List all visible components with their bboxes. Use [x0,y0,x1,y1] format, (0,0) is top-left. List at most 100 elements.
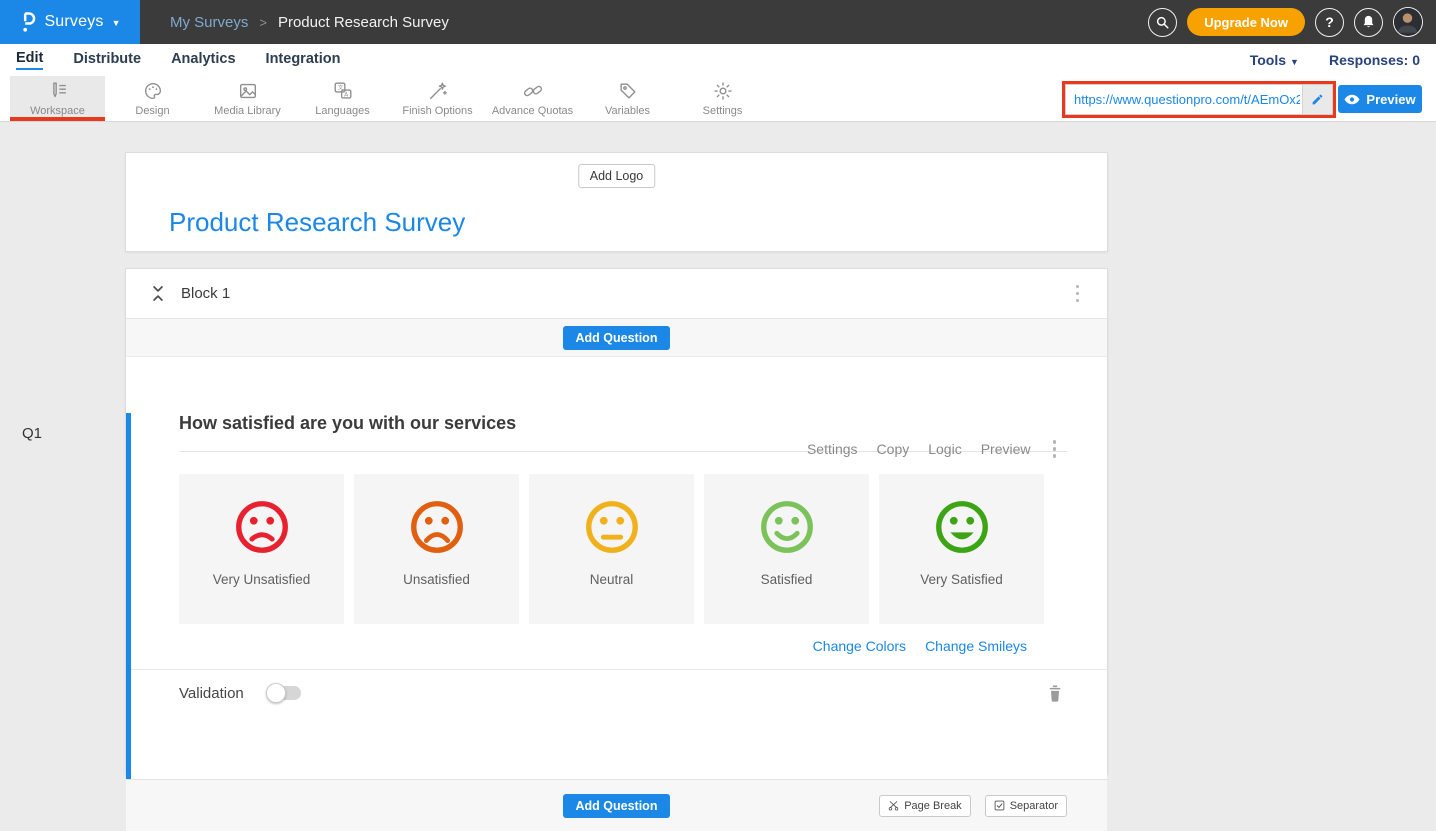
add-logo-button[interactable]: Add Logo [578,164,656,188]
top-navbar: Surveys ▼ My Surveys > Product Research … [0,0,1436,44]
question-links: Change Colors Change Smileys [179,638,1067,654]
workspace-canvas: Q1 Add Logo Product Research Survey Bloc… [0,122,1436,788]
add-question-strip-bottom: Add Question Page Break Separator [126,779,1107,831]
page-break-button[interactable]: Page Break [879,795,970,817]
user-avatar[interactable] [1393,7,1423,37]
delete-question-button[interactable] [1047,684,1063,703]
quotas-icon [522,80,544,102]
option-unsatisfied[interactable]: Unsatisfied [354,474,519,624]
workspace-icon [47,80,69,102]
trash-icon [1047,684,1063,703]
question-action-settings[interactable]: Settings [807,441,858,457]
toolbar-item-media[interactable]: Media Library [200,76,295,121]
question-action-logic[interactable]: Logic [928,441,961,457]
question-menu-kebab-icon[interactable] [1050,437,1060,461]
change-colors-link[interactable]: Change Colors [813,638,906,654]
scissors-icon [888,800,899,811]
validation-row: Validation [131,669,1107,716]
smiley-options: Very Unsatisfied Unsatisfied Neutral Satisf… [179,474,1067,624]
product-switcher[interactable]: Surveys ▼ [0,0,140,44]
block-card: Block 1 Add Question Settings Copy Logic Pr… [125,268,1108,775]
eye-icon [1344,94,1360,105]
question-action-copy[interactable]: Copy [877,441,910,457]
breadcrumb-separator: > [259,15,267,30]
option-label: Unsatisfied [403,572,470,587]
search-button[interactable] [1148,8,1177,37]
question-mark-icon: ? [1325,14,1334,30]
question-index-label: Q1 [22,425,42,442]
block-menu-kebab-icon[interactable] [1073,282,1083,306]
option-satisfied[interactable]: Satisfied [704,474,869,624]
tab-integration[interactable]: Integration [266,51,341,69]
section-tabs: Edit Distribute Analytics Integration To… [0,44,1436,76]
add-question-button-bottom[interactable]: Add Question [563,794,671,818]
option-neutral[interactable]: Neutral [529,474,694,624]
question-action-preview[interactable]: Preview [981,441,1031,457]
pencil-icon [1311,93,1324,106]
option-very-unsatisfied[interactable]: Very Unsatisfied [179,474,344,624]
option-label: Neutral [590,572,634,587]
media-icon [237,80,259,102]
question-card: SettingsCopyLogicPreview How satisfied a… [126,413,1107,779]
toolbar-item-variables[interactable]: Variables [580,76,675,121]
block-title[interactable]: Block 1 [181,285,230,302]
survey-header-card: Add Logo Product Research Survey [125,152,1108,252]
satisfied-smiley-icon [756,496,818,558]
tab-analytics[interactable]: Analytics [171,51,235,69]
question-actions-row: Settings Copy Logic Preview [807,437,1059,461]
toolbar-item-design[interactable]: Design [105,76,200,121]
finish-icon [427,80,449,102]
question-actions: Settings Copy Logic Preview [807,441,1031,457]
footer-tools: Page Break Separator [879,795,1067,817]
topbar-actions: Upgrade Now ? [1148,7,1436,37]
option-label: Very Unsatisfied [213,572,311,587]
survey-title[interactable]: Product Research Survey [169,207,465,238]
survey-url-input[interactable] [1066,85,1302,114]
toolbar-item-quotas[interactable]: Advance Quotas [485,76,580,121]
design-icon [142,80,164,102]
breadcrumb-current: Product Research Survey [278,14,449,31]
toolbar-item-finish[interactable]: Finish Options [390,76,485,121]
tab-edit[interactable]: Edit [16,50,43,70]
option-label: Very Satisfied [920,572,1003,587]
neutral-smiley-icon [581,496,643,558]
separator-button[interactable]: Separator [985,795,1067,817]
add-question-strip-top: Add Question [126,319,1107,357]
questionpro-logo-icon [19,11,36,33]
checkbox-checked-icon [994,800,1005,811]
change-smileys-link[interactable]: Change Smileys [925,638,1027,654]
validation-toggle[interactable] [268,686,301,700]
toolbar-item-settings[interactable]: Settings [675,76,770,121]
bell-icon [1361,14,1376,30]
add-question-button-top[interactable]: Add Question [563,326,671,350]
very-unsatisfied-smiley-icon [231,496,293,558]
tabs-right-cluster: Tools▼ Responses: 0 [1250,52,1420,68]
block-header: Block 1 [126,269,1107,319]
upgrade-now-button[interactable]: Upgrade Now [1187,8,1305,36]
toolbar-items: WorkspaceDesignMedia Library文ALanguagesF… [10,76,770,121]
preview-button[interactable]: Preview [1338,85,1422,113]
logo-label: Surveys [44,13,103,31]
notifications-button[interactable] [1354,8,1383,37]
toolbar-item-languages[interactable]: 文ALanguages [295,76,390,121]
collapse-block-icon[interactable] [151,285,165,302]
tab-distribute[interactable]: Distribute [73,51,141,69]
very-satisfied-smiley-icon [931,496,993,558]
chevron-down-icon: ▼ [112,18,121,28]
responses-count[interactable]: Responses: 0 [1329,52,1420,68]
chevron-down-icon: ▼ [1290,57,1299,67]
page: { "colors": { "brand_blue": "#1b87e6", "… [0,0,1436,788]
search-icon [1155,15,1170,30]
option-very-satisfied[interactable]: Very Satisfied [879,474,1044,624]
help-button[interactable]: ? [1315,8,1344,37]
edit-toolbar: WorkspaceDesignMedia Library文ALanguagesF… [0,76,1436,122]
tools-dropdown[interactable]: Tools▼ [1250,52,1299,68]
svg-text:文: 文 [337,84,343,92]
breadcrumb-parent[interactable]: My Surveys [170,14,248,31]
edit-url-button[interactable] [1302,85,1332,114]
survey-url-annotation-box [1062,81,1336,118]
toolbar-item-workspace[interactable]: Workspace [10,76,105,121]
option-label: Satisfied [761,572,813,587]
survey-url-field [1065,84,1333,115]
languages-icon: 文A [332,80,354,102]
